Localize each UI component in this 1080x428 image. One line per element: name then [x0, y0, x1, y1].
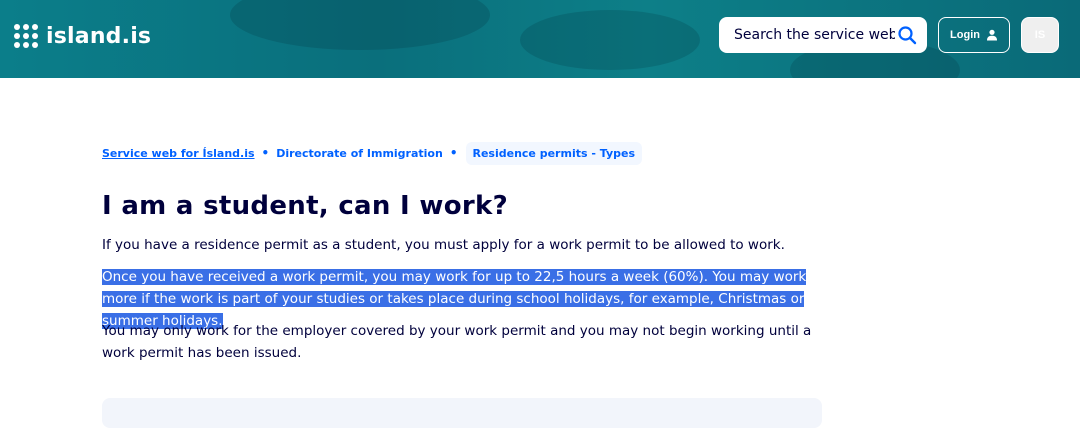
page-title: I am a student, can I work? — [102, 191, 508, 221]
search-input[interactable] — [732, 26, 897, 44]
site-header: island.is Login IS — [0, 0, 1080, 78]
logo-text: island.is — [46, 23, 152, 49]
login-label: Login — [950, 29, 980, 41]
breadcrumb-separator: • — [261, 146, 270, 160]
breadcrumb-link-service-web[interactable]: Service web for Ísland.is — [102, 147, 255, 160]
breadcrumb-separator: • — [449, 146, 458, 160]
user-icon — [986, 29, 997, 41]
language-button[interactable]: IS — [1021, 17, 1059, 53]
search-box[interactable] — [719, 17, 927, 53]
breadcrumb-link-directorate[interactable]: Directorate of Immigration — [276, 147, 443, 160]
search-icon[interactable] — [897, 25, 917, 45]
breadcrumb: Service web for Ísland.is • Directorate … — [102, 141, 642, 165]
site-logo[interactable]: island.is — [14, 20, 151, 52]
map-texture — [520, 10, 700, 70]
article-paragraph: If you have a residence permit as a stud… — [102, 237, 785, 253]
map-texture — [230, 0, 490, 50]
article-paragraph: You may only work for the employer cover… — [102, 323, 812, 361]
logo-dots-icon — [14, 24, 38, 48]
info-card — [102, 398, 822, 428]
breadcrumb-tag-residence-permits[interactable]: Residence permits - Types — [465, 141, 642, 165]
login-button[interactable]: Login — [938, 17, 1010, 53]
